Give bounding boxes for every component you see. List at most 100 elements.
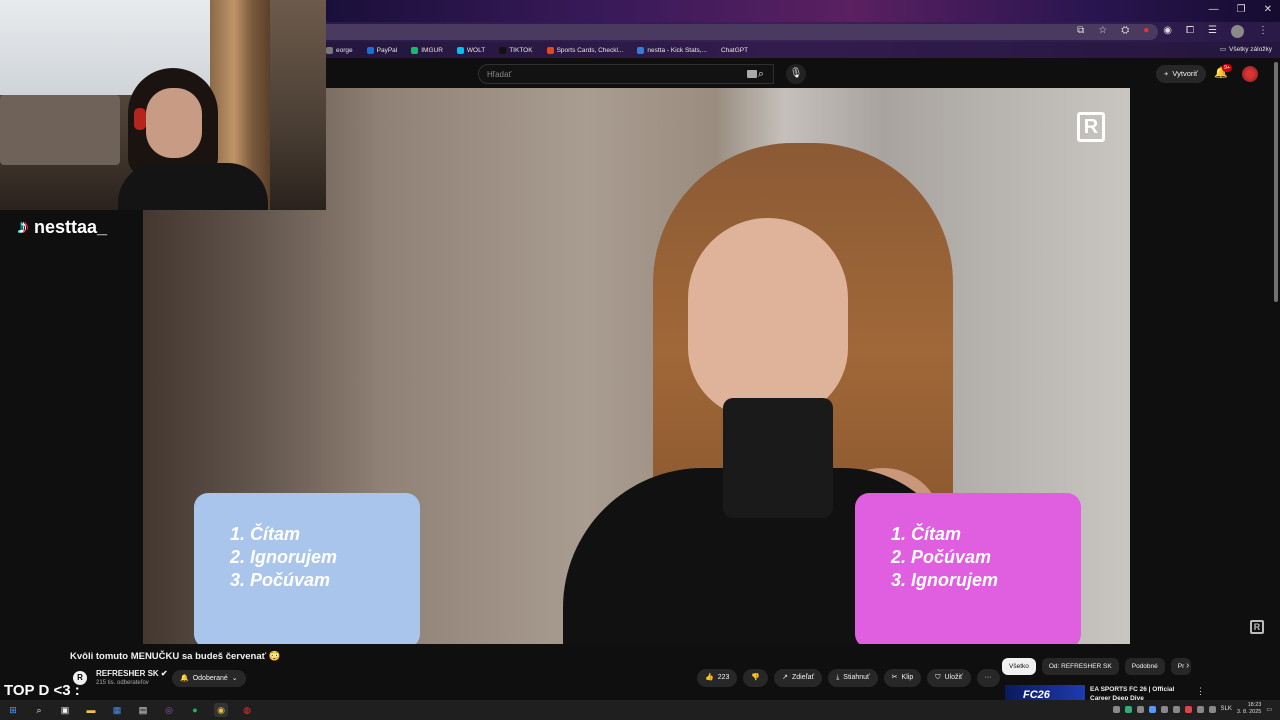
star-icon[interactable]: ☆ [1098,25,1107,38]
subscribed-button[interactable]: 🔔 Odoberané ⌄ [172,670,246,687]
extension-icon[interactable]: ⛭ [1121,25,1129,38]
bookmark-label: Sports Cards, Checkl... [556,46,624,54]
paypal-icon [366,46,374,54]
subscriber-count: 215 tis. odberateľov [96,680,149,686]
clock-time: 18:23 [1247,702,1262,708]
chevron-down-icon: ⌄ [231,675,238,682]
install-icon[interactable]: ⧉ [1077,25,1084,38]
adblock-icon[interactable]: ◉ [1163,25,1172,38]
folder-icon: ▭ [1219,46,1226,53]
clock-date: 3. 8. 2025 [1236,709,1262,715]
chrome-icon[interactable]: ◉ [214,703,228,717]
file-explorer-icon[interactable]: ▬ [84,703,98,717]
card-right: 1. Čítam 2. Počúvam 3. Ignorujem [855,493,1081,644]
more-actions-button[interactable]: ··· [976,669,1000,687]
screen: — ❐ ✕ ⧉ ☆ ⛭ ● ◉ ⧠ ☰ ⋮ eorge PayPal IMGUR… [0,0,1280,720]
bookmark-label: eorge [336,46,353,54]
record-icon[interactable]: ● [1143,25,1149,38]
voice-search-button[interactable]: 🎙 [786,64,806,84]
search-icon[interactable]: ⌕ [32,703,46,717]
profile-avatar[interactable] [1231,25,1244,38]
video-person-face [688,218,848,418]
bookmark-item[interactable]: eorge [326,46,353,54]
bookmark-item[interactable]: nestta - Kick Stats,... [637,46,707,54]
search-button[interactable]: ⌕ [747,64,775,84]
bell-icon: 🔔 [180,675,189,682]
tray-icon[interactable] [1184,705,1192,713]
share-icon: ↗ [782,674,788,681]
address-bar[interactable] [326,24,1158,40]
chip-related[interactable]: Podobné [1124,658,1165,675]
kebab-menu-icon[interactable]: ⋮ [1196,686,1205,697]
chevron-right-icon[interactable]: › [1186,660,1189,671]
app-icon[interactable]: ▤ [136,703,150,717]
tray-icon[interactable] [1136,705,1144,713]
search-input[interactable]: Hľadať [478,64,774,84]
share-button[interactable]: ↗ Zdieľať [774,669,823,687]
youtube-header: Hľadať ⌕ 🎙 + Vytvoriť 🔔 9+ [326,58,1280,88]
card-left: 1. Čítam 2. Ignorujem 3. Počúvam [194,493,420,644]
all-bookmarks[interactable]: ▭ Všetky záložky [1219,45,1272,54]
streamer-body [118,163,268,210]
bookmark-item[interactable]: ChatGPT [721,47,748,54]
language-indicator[interactable]: SLK [1221,706,1232,712]
puzzle-icon[interactable]: ⧠ [1186,25,1194,38]
close-button[interactable]: ✕ [1264,4,1272,15]
bookmark-item[interactable]: WOLT [456,46,486,54]
task-view-icon[interactable]: ▣ [58,703,72,717]
tiktok-logo-icon: ♪ [18,216,28,238]
clock[interactable]: 18:23 3. 8. 2025 [1237,702,1261,716]
avatar[interactable] [1242,66,1258,82]
notification-badge: 9+ [1222,64,1233,72]
tray-icon[interactable] [1148,705,1156,713]
more-icon: ··· [984,674,992,681]
video-actions: 👍 223 👎 ↗ Zdieľať ⤓ Stiahnuť ✂ Klip ⛉ Uložiť … [697,669,1000,687]
bookmark-item[interactable]: PayPal [366,46,397,54]
thumbs-up-icon: 👍 [705,674,714,681]
chip-all[interactable]: Všetko [1002,658,1036,675]
bookmark-item[interactable]: Sports Cards, Checkl... [546,46,624,54]
bookmark-label: nestta - Kick Stats,... [647,46,707,54]
discord-icon[interactable]: ◎ [162,703,176,717]
streamer-face [146,88,202,158]
clip-button[interactable]: ✂ Klip [883,669,922,687]
channel-name[interactable]: REFRESHER SK ✔ [96,669,168,678]
chip-from-channel[interactable]: Od: REFRESHER SK [1041,658,1119,675]
share-label: Zdieľať [792,674,815,681]
tray-icon[interactable] [1112,705,1120,713]
spotify-icon[interactable]: ● [188,703,202,717]
bookmark-icon: ⛉ [935,674,941,681]
save-button[interactable]: ⛉ Uložiť [927,669,971,687]
page-scrollbar[interactable] [1274,62,1278,302]
card-line: 3. Počúvam [230,570,331,590]
tray-icon[interactable] [1172,705,1180,713]
channel-avatar[interactable]: R [73,671,87,685]
maximize-button[interactable]: ❐ [1237,4,1246,15]
windows-start-icon[interactable]: ⊞ [6,703,20,717]
bookmark-label: WOLT [466,46,486,54]
obs-icon[interactable]: ◍ [240,703,254,717]
tray-icon[interactable] [1160,705,1168,713]
channel-watermark[interactable]: R [1250,620,1264,634]
bookmark-icon [326,46,333,54]
create-button[interactable]: + Vytvoriť [1156,65,1206,83]
dislike-button[interactable]: 👎 [743,669,769,687]
menu-icon[interactable]: ⋮ [1258,25,1268,38]
tiktok-handle: nesttaa_ [34,217,108,237]
notification-icon[interactable]: ▭ [1266,706,1272,713]
store-icon[interactable]: ▦ [110,703,124,717]
sidebar-icon[interactable]: ☰ [1208,25,1217,38]
volume-icon[interactable] [1208,705,1216,713]
bookmarks-bar: eorge PayPal IMGUR WOLT TIKTOK Sports Ca… [326,42,1280,58]
card-line: 2. Počúvam [891,547,992,567]
tiktok-icon [499,46,507,54]
bookmark-item[interactable]: IMGUR [411,46,443,54]
tray-icon[interactable] [1124,705,1132,713]
bookmark-item[interactable]: TIKTOK [499,46,533,54]
like-button[interactable]: 👍 223 [697,669,738,687]
browser-tab-bar: — ❐ ✕ [326,0,1280,22]
minimize-button[interactable]: — [1209,4,1219,15]
wifi-icon[interactable] [1196,705,1204,713]
create-label: Vytvoriť [1172,69,1198,78]
download-button[interactable]: ⤓ Stiahnuť [828,669,878,687]
